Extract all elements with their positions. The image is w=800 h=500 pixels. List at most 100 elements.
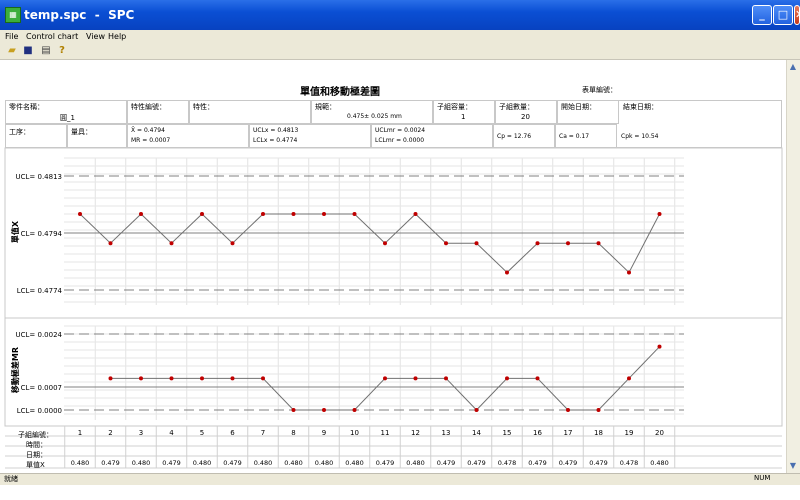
value-cell: 0.480 <box>71 459 90 467</box>
subgroup-number: 18 <box>594 429 603 437</box>
value-cell: 0.480 <box>254 459 273 467</box>
menu-control-chart[interactable]: Control chart <box>26 32 78 41</box>
value-cell: 0.478 <box>498 459 517 467</box>
subgroup-number: 8 <box>291 429 295 437</box>
mr-data-point <box>108 376 113 381</box>
subgroup-number: 7 <box>261 429 265 437</box>
value-cell: 0.479 <box>589 459 608 467</box>
subgroup-number: 20 <box>655 429 664 437</box>
x-data-point <box>261 212 265 216</box>
subgroup-number: 1 <box>78 429 82 437</box>
control-chart: UCL= 0.4813 CL= 0.4794 LCL= 0.4774 單值X UCL= … <box>4 147 783 469</box>
mr-data-point <box>474 408 479 412</box>
scroll-up-icon[interactable]: ▲ <box>787 61 799 73</box>
x-lcl-label: LCL= 0.4774 <box>17 287 63 295</box>
mr-data-point <box>261 376 265 381</box>
x-data-point <box>413 212 418 216</box>
x-data-point <box>352 212 357 216</box>
subgroup-number: 6 <box>230 429 235 437</box>
mr-data-point <box>657 344 662 349</box>
mr-data-point <box>169 376 174 381</box>
time-label: 時間： <box>26 441 47 449</box>
window-title: temp.spc - SPC <box>24 8 135 22</box>
help-icon[interactable]: ? <box>56 45 68 57</box>
toolbar <box>0 43 800 60</box>
subgroup-number: 5 <box>200 429 204 437</box>
maximize-button[interactable]: □ <box>773 5 793 25</box>
value-cell: 0.479 <box>528 459 547 467</box>
value-cell: 0.480 <box>193 459 212 467</box>
subgroup-no-label: 子組編號： <box>18 431 53 439</box>
x-data-point <box>444 241 448 246</box>
mr-data-point <box>352 408 357 412</box>
print-icon[interactable]: ▤ <box>40 45 52 57</box>
subgroup-number: 19 <box>625 429 634 437</box>
x-data-point <box>505 270 509 275</box>
mr-data-point <box>566 408 570 412</box>
value-cell: 0.478 <box>620 459 639 467</box>
value-cell: 0.480 <box>284 459 303 467</box>
subgroup-number: 14 <box>472 429 481 437</box>
value-cell: 0.479 <box>437 459 456 467</box>
mr-ylabel: 移動極差MR <box>10 347 20 393</box>
subgroup-number: 13 <box>442 429 451 437</box>
value-cell: 0.479 <box>467 459 486 467</box>
desktop-strip <box>0 485 800 500</box>
mr-data-point <box>596 408 601 412</box>
x-data-point <box>383 241 387 246</box>
menu-file[interactable]: File <box>5 32 18 41</box>
value-cell: 0.479 <box>223 459 242 467</box>
menu-view[interactable]: View <box>86 32 105 41</box>
mr-data-point <box>291 408 296 412</box>
subgroup-number: 12 <box>411 429 420 437</box>
subgroup-number: 4 <box>169 429 174 437</box>
status-text: 就緒 <box>4 475 18 483</box>
value-row-label: 單值X <box>26 461 45 469</box>
spc-app-icon: ▦ <box>5 7 21 23</box>
scroll-down-icon[interactable]: ▼ <box>787 460 799 472</box>
status-num: NUM <box>754 474 771 482</box>
x-data-point <box>322 212 326 216</box>
subgroup-number: 16 <box>533 429 542 437</box>
x-data-point <box>291 212 296 216</box>
value-cell: 0.480 <box>406 459 425 467</box>
x-data-point <box>139 212 143 216</box>
x-data-point <box>535 241 540 246</box>
subgroup-number: 2 <box>108 429 112 437</box>
mr-cl-label: CL= 0.0007 <box>21 384 62 392</box>
mr-data-point <box>322 408 326 412</box>
subgroup-number: 10 <box>350 429 359 437</box>
save-icon[interactable]: ■ <box>22 45 34 57</box>
value-cell: 0.479 <box>101 459 120 467</box>
value-cell: 0.479 <box>559 459 578 467</box>
mr-data-point <box>444 376 448 381</box>
value-cell: 0.480 <box>132 459 151 467</box>
value-cell: 0.480 <box>345 459 364 467</box>
value-cell: 0.480 <box>315 459 334 467</box>
x-cl-label: CL= 0.4794 <box>21 230 63 238</box>
mr-data-point <box>627 376 631 381</box>
subgroup-number: 11 <box>381 429 390 437</box>
mr-data-point <box>230 376 235 381</box>
x-data-point <box>596 241 601 246</box>
value-cell: 0.479 <box>376 459 395 467</box>
title-bar[interactable]: ▦ temp.spc - SPC _ □ ✕ <box>0 0 800 30</box>
x-data-point <box>78 212 82 216</box>
subgroup-number: 17 <box>564 429 573 437</box>
minimize-button[interactable]: _ <box>752 5 772 25</box>
x-data-point <box>108 241 113 246</box>
x-data-point <box>200 212 204 216</box>
menu-help[interactable]: Help <box>108 32 126 41</box>
subgroup-number: 3 <box>139 429 143 437</box>
mr-data-point <box>383 376 387 381</box>
close-button[interactable]: ✕ <box>794 5 800 25</box>
x-ucl-label: UCL= 0.4813 <box>16 173 63 181</box>
x-data-point <box>230 241 235 246</box>
x-data-point <box>627 270 631 275</box>
open-folder-icon[interactable]: ▰ <box>6 45 18 57</box>
value-cell: 0.479 <box>162 459 181 467</box>
x-data-point <box>657 212 662 216</box>
x-data-point <box>169 241 174 246</box>
subgroup-number: 15 <box>503 429 512 437</box>
vertical-scrollbar[interactable] <box>786 60 800 473</box>
